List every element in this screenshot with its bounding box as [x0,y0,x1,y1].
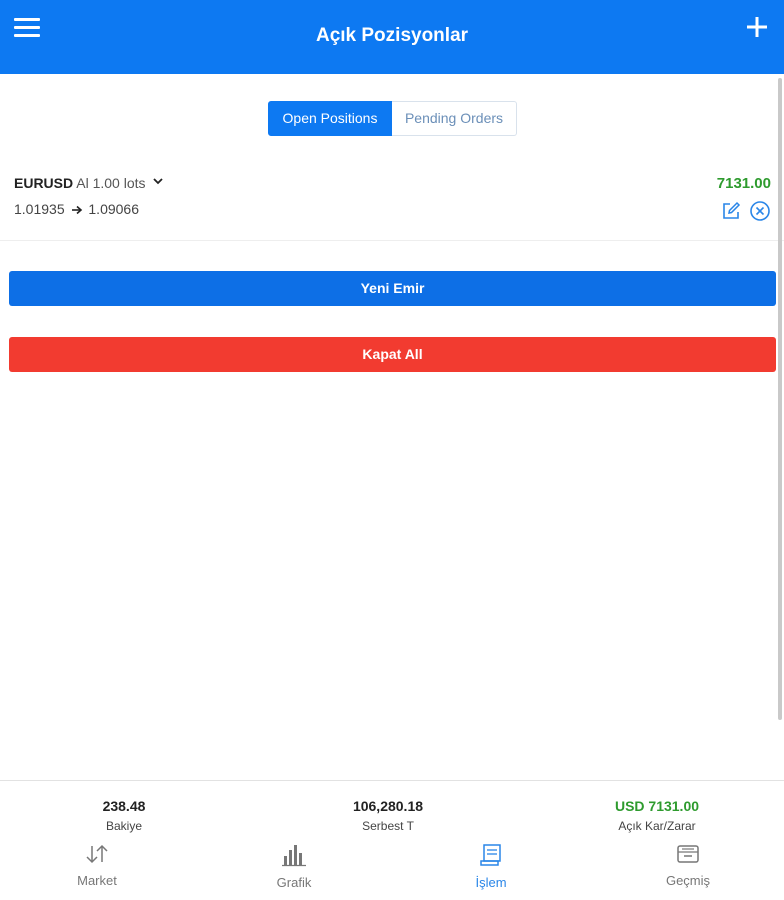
arrows-up-down-icon [86,844,108,864]
plus-icon[interactable] [744,14,770,40]
nav-market-label: Market [77,873,117,888]
close-all-button[interactable]: Kapat All [9,337,776,372]
balance-label: Bakiye [105,819,143,833]
balance-value: 238.48 [102,798,146,814]
bar-chart-icon [282,845,306,867]
balance-stat: 238.48 Bakiye [64,798,184,833]
receipt-icon [480,844,501,866]
open-pl-stat: USD 7131.00 Açık Kar/Zarar [597,798,717,833]
nav-trade[interactable]: İşlem [436,843,546,890]
chevron-down-icon[interactable] [153,176,164,186]
nav-market[interactable]: Market [42,843,152,888]
position-side: Al [76,175,89,191]
edit-icon[interactable] [721,201,741,221]
close-circle-icon[interactable] [749,200,771,222]
new-order-button[interactable]: Yeni Emir [9,271,776,306]
nav-trade-label: İşlem [475,875,507,890]
scrollbar[interactable] [778,78,782,720]
position-prices: 1.01935 1.09066 [14,201,139,217]
nav-chart-label: Grafik [276,875,312,890]
nav-chart[interactable]: Grafik [239,843,349,890]
open-pl-label: Açık Kar/Zarar [618,819,696,833]
tab-open-positions[interactable]: Open Positions [268,101,392,136]
position-title: EURUSD Al 1.00 lots [14,175,164,191]
top-app-bar: Açık Pozisyonlar [0,0,784,74]
account-footer: 238.48 Bakiye 106,280.18 Serbest T USD 7… [0,780,784,900]
nav-history-label: Geçmiş [665,873,711,888]
page-title: Açık Pozisyonlar [315,25,469,46]
free-margin-value: 106,280.18 [352,798,424,814]
open-price: 1.01935 [14,201,65,217]
positions-tab-switcher: Open Positions Pending Orders [268,101,517,136]
position-lots: 1.00 lots [92,175,146,191]
current-price: 1.09066 [88,201,139,217]
free-margin-label: Serbest T [362,819,414,833]
position-symbol: EURUSD [14,175,74,191]
free-margin-stat: 106,280.18 Serbest T [328,798,448,833]
position-profit: 7131.00 [716,175,771,192]
arrow-right-icon [71,205,82,215]
nav-history[interactable]: Geçmiş [633,843,743,888]
archive-icon [677,845,699,863]
open-pl-value: USD 7131.00 [614,798,700,814]
tab-pending-orders[interactable]: Pending Orders [392,101,517,136]
position-row[interactable]: EURUSD Al 1.00 lots 1.01935 1.09066 7131… [0,165,784,241]
